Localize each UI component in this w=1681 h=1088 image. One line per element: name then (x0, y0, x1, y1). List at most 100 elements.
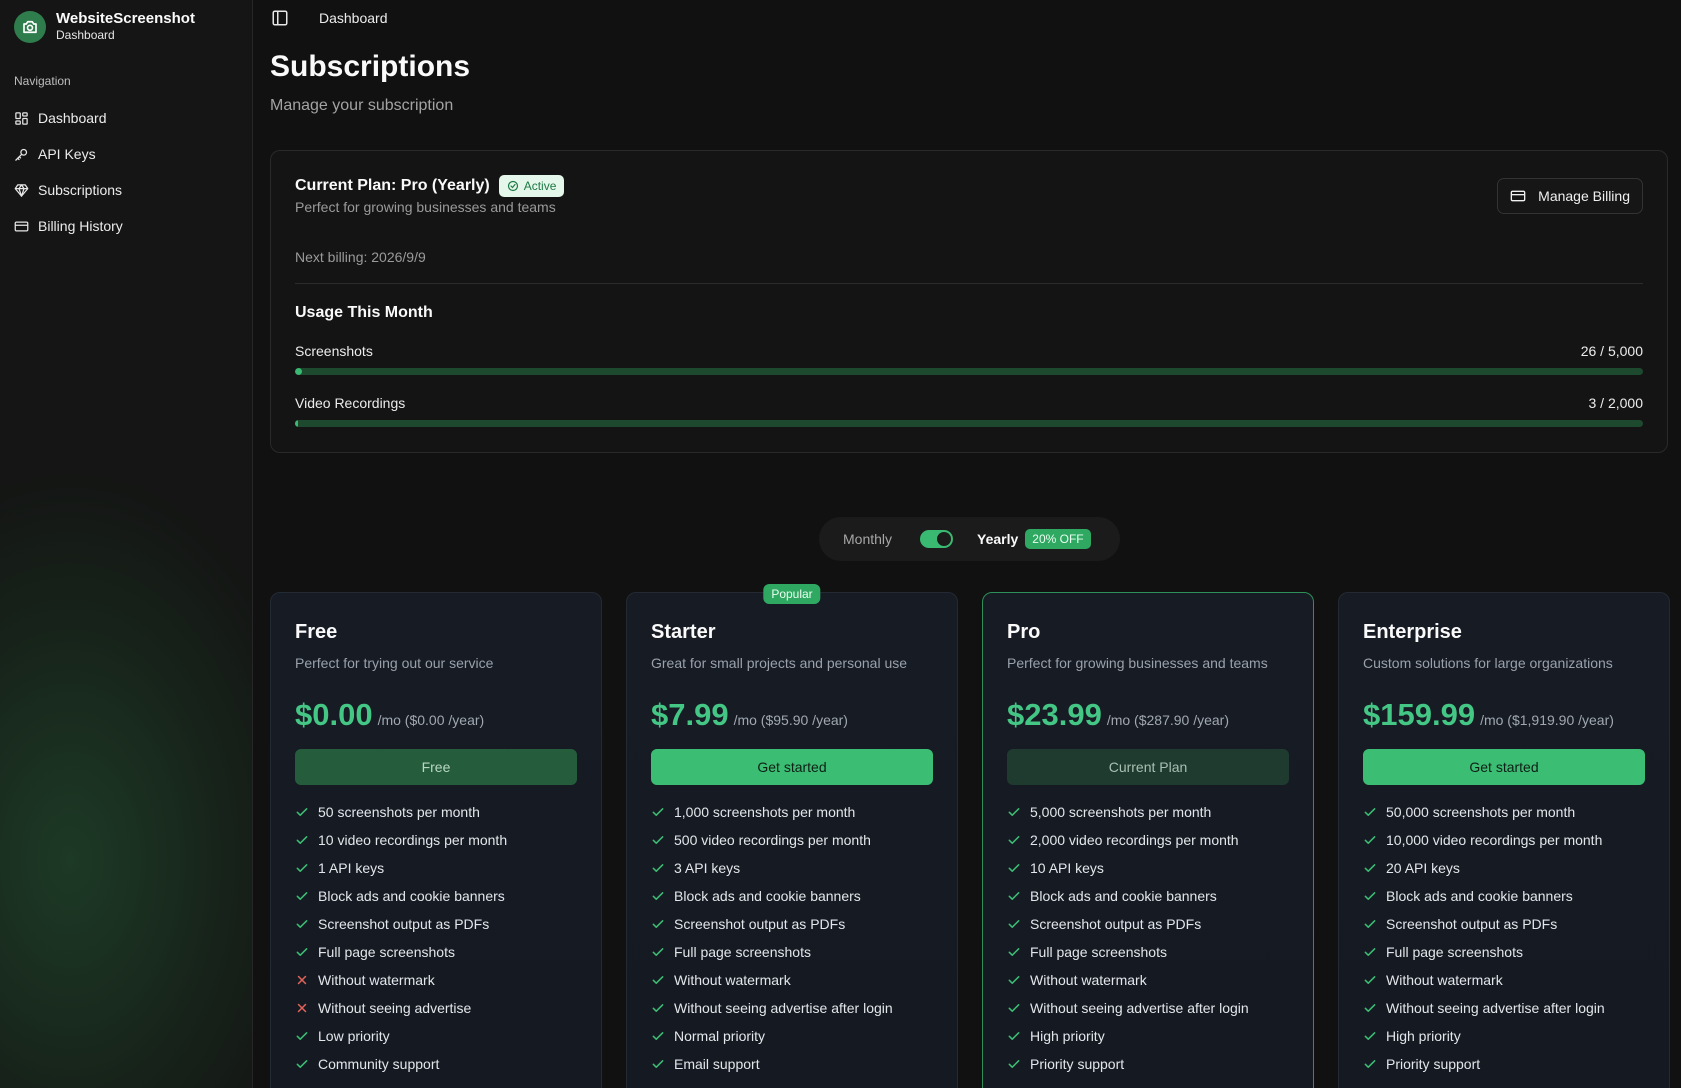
plan-price-amount: $159.99 (1363, 697, 1476, 732)
check-icon (296, 920, 308, 928)
feature-item: Screenshot output as PDFs (1363, 910, 1659, 938)
billing-period-toggle: Monthly Yearly 20% OFF (819, 517, 1120, 561)
plan-price-period: /mo ($0.00 /year) (377, 712, 485, 728)
discount-badge: 20% OFF (1025, 529, 1091, 549)
feature-text: Without seeing advertise (318, 1000, 472, 1016)
feature-item: Without watermark (295, 966, 591, 994)
feature-text: Full page screenshots (318, 944, 455, 960)
feature-item: Normal priority (651, 1022, 947, 1050)
yearly-option[interactable]: Yearly (977, 531, 1018, 547)
sidebar: WebsiteScreenshot Dashboard Navigation D… (0, 0, 253, 1088)
sidebar-item-dashboard[interactable]: Dashboard (14, 100, 239, 136)
key-icon (15, 148, 28, 161)
x-icon (297, 975, 307, 985)
sidebar-item-label: Dashboard (38, 110, 107, 126)
plan-description: Perfect for growing businesses and teams (1007, 655, 1268, 671)
feature-text: Full page screenshots (674, 944, 811, 960)
feature-item: Without watermark (1363, 966, 1659, 994)
check-icon (1364, 1060, 1376, 1068)
sidebar-toggle-icon[interactable] (271, 9, 289, 27)
manage-billing-label: Manage Billing (1538, 188, 1630, 204)
feature-text: Without seeing advertise after login (1386, 1000, 1605, 1016)
feature-text: Without watermark (674, 972, 791, 988)
usage-label: Screenshots (295, 343, 373, 359)
gem-icon (14, 183, 29, 197)
billing-period-switch[interactable] (920, 530, 953, 548)
usage-progress-track (295, 368, 1643, 375)
check-icon (296, 864, 308, 872)
usage-video-recordings: Video Recordings 3 / 2,000 (295, 395, 1643, 435)
feature-item: Block ads and cookie banners (295, 882, 591, 910)
plan-action-button[interactable]: Get started (1363, 749, 1645, 785)
feature-item: 2,000 video recordings per month (1007, 826, 1303, 854)
feature-text: High priority (1030, 1028, 1105, 1044)
check-icon (652, 892, 664, 900)
sidebar-item-billing-history[interactable]: Billing History (14, 208, 239, 244)
plan-price-period: /mo ($95.90 /year) (733, 712, 848, 728)
feature-item: Priority support (1363, 1050, 1659, 1078)
camera-icon (14, 10, 46, 43)
feature-text: High priority (1386, 1028, 1461, 1044)
current-plan-card: Current Plan: Pro (Yearly) Active Perfec… (270, 150, 1668, 453)
plan-card-pro: Pro Perfect for growing businesses and te… (982, 592, 1314, 1088)
usage-count: 26 / 5,000 (1580, 343, 1643, 359)
check-icon (1364, 948, 1376, 956)
sidebar-item-subscriptions[interactable]: Subscriptions (14, 172, 239, 208)
plan-price-period: /mo ($287.90 /year) (1106, 712, 1229, 728)
manage-billing-button[interactable]: Manage Billing (1497, 178, 1643, 214)
breadcrumb[interactable]: Dashboard (319, 10, 388, 26)
feature-text: 3 API keys (674, 860, 741, 876)
check-icon (1008, 1032, 1020, 1040)
feature-text: 10 API keys (1030, 860, 1104, 876)
page-subtitle: Manage your subscription (270, 97, 454, 114)
check-icon (296, 836, 308, 844)
switch-knob (937, 532, 951, 546)
plan-price-amount: $7.99 (651, 697, 729, 732)
feature-text: Block ads and cookie banners (1386, 888, 1573, 904)
plan-action-button[interactable]: Free (295, 749, 577, 785)
pricing-cards: Free Perfect for trying out our service $0… (270, 584, 1670, 1088)
usage-screenshots: Screenshots 26 / 5,000 (295, 343, 1643, 383)
plan-price-period: /mo ($1,919.90 /year) (1480, 712, 1614, 728)
feature-text: Without watermark (318, 972, 435, 988)
feature-item: Priority support (1007, 1050, 1303, 1078)
plan-price-amount: $0.00 (295, 697, 373, 732)
feature-item: 10,000 video recordings per month (1363, 826, 1659, 854)
popular-badge: Popular (763, 584, 821, 604)
feature-item: Block ads and cookie banners (1363, 882, 1659, 910)
status-badge: Active (498, 175, 565, 197)
sidebar-item-api-keys[interactable]: API Keys (14, 136, 239, 172)
feature-item: 1 API keys (295, 854, 591, 882)
check-icon (652, 976, 664, 984)
feature-item: 50 screenshots per month (295, 798, 591, 826)
check-icon (1008, 836, 1020, 844)
feature-item: Without seeing advertise (295, 994, 591, 1022)
monthly-option[interactable]: Monthly (843, 531, 920, 547)
feature-text: 1 API keys (318, 860, 385, 876)
check-icon (652, 1060, 664, 1068)
brand[interactable]: WebsiteScreenshot Dashboard (14, 10, 195, 43)
check-icon (1364, 808, 1376, 816)
feature-item: 500 video recordings per month (651, 826, 947, 854)
feature-text: Email support (674, 1056, 760, 1072)
plan-price: $23.99/mo ($287.90 /year) (1007, 697, 1229, 733)
feature-item: 50,000 screenshots per month (1363, 798, 1659, 826)
plan-action-button[interactable]: Current Plan (1007, 749, 1289, 785)
plan-card-free: Free Perfect for trying out our service $0… (270, 592, 602, 1088)
feature-item: Screenshot output as PDFs (651, 910, 947, 938)
usage-title: Usage This Month (295, 304, 433, 321)
check-icon (1008, 1004, 1020, 1012)
feature-item: Block ads and cookie banners (1007, 882, 1303, 910)
check-icon (652, 948, 664, 956)
feature-text: 10 video recordings per month (318, 832, 508, 848)
feature-text: 500 video recordings per month (674, 832, 871, 848)
plan-action-button[interactable]: Get started (651, 749, 933, 785)
plan-name: Pro (1007, 621, 1041, 643)
plan-description: Great for small projects and personal us… (651, 655, 908, 671)
check-icon (1008, 864, 1020, 872)
feature-item: Block ads and cookie banners (651, 882, 947, 910)
feature-item: Full page screenshots (295, 938, 591, 966)
feature-text: Without watermark (1030, 972, 1147, 988)
feature-list: 50 screenshots per month 10 video recordi… (295, 798, 591, 1078)
feature-item: Low priority (295, 1022, 591, 1050)
